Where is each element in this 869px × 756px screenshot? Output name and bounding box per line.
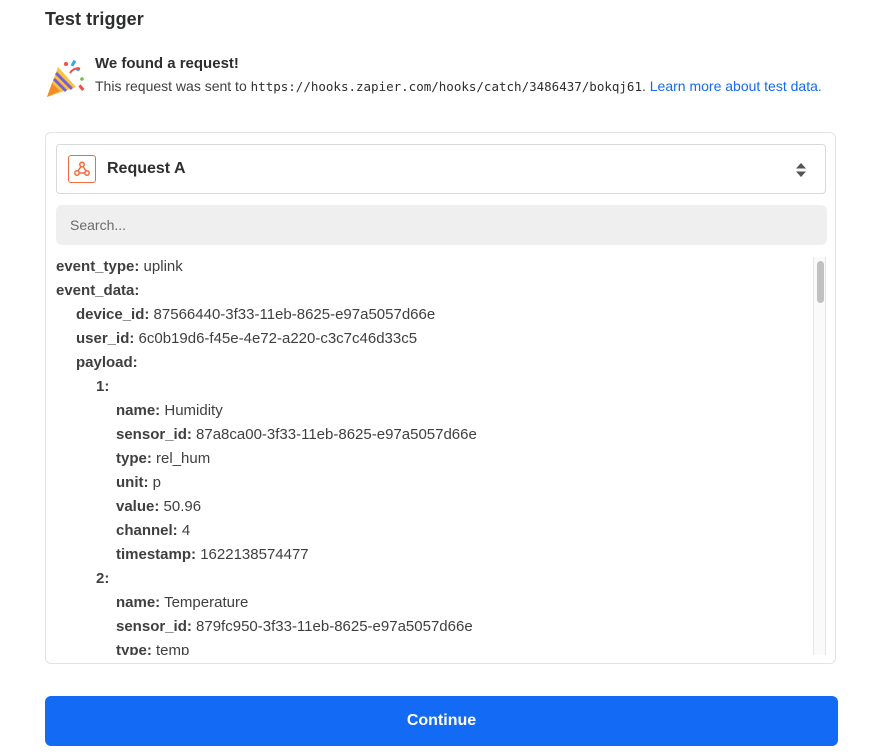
found-heading: We found a request! — [95, 55, 239, 72]
data-key: sensor_id: — [116, 426, 192, 443]
data-value: 87566440-3f33-11eb-8625-e97a5057d66e — [153, 306, 436, 323]
data-row: payload: — [56, 351, 816, 375]
data-row: type: temp — [56, 639, 816, 655]
data-row: unit: p — [56, 471, 816, 495]
data-scrollbar[interactable] — [813, 257, 826, 655]
data-row: 1: — [56, 375, 816, 399]
data-key: 2: — [96, 570, 110, 587]
data-row: 2: — [56, 567, 816, 591]
data-value: 4 — [181, 522, 191, 539]
data-key: timestamp: — [116, 546, 197, 563]
data-key: 1: — [96, 378, 110, 395]
data-row: sensor_id: 879fc950-3f33-11eb-8625-e97a5… — [56, 615, 816, 639]
search-input[interactable] — [56, 205, 827, 245]
data-row: name: Temperature — [56, 591, 816, 615]
learn-more-link[interactable]: Learn more about test data. — [650, 78, 822, 94]
data-row: event_type: uplink — [56, 255, 816, 279]
request-select-value: Request A — [107, 160, 186, 177]
data-row: name: Humidity — [56, 399, 816, 423]
chevron-up-down-icon — [796, 163, 806, 177]
data-key: name: — [116, 402, 161, 419]
data-key: event_type: — [56, 258, 140, 275]
data-value: rel_hum — [156, 450, 211, 467]
data-value: 6c0b19d6-f45e-4e72-a220-c3c7c46d33c5 — [138, 330, 418, 347]
webhook-icon — [68, 155, 96, 183]
test-data-tree: event_type: uplink event_data: device_id: … — [56, 255, 816, 655]
test-data-card: Request A event_type: uplinkevent_data:d… — [45, 132, 836, 664]
party-popper-icon — [47, 59, 85, 97]
data-value: 87a8ca00-3f33-11eb-8625-e97a5057d66e — [196, 426, 477, 443]
data-row: channel: 4 — [56, 519, 816, 543]
data-row: type: rel_hum — [56, 447, 816, 471]
data-value: temp — [156, 642, 190, 655]
data-row: user_id: 6c0b19d6-f45e-4e72-a220-c3c7c46… — [56, 327, 816, 351]
continue-button[interactable]: Continue — [45, 696, 838, 746]
data-key: type: — [116, 642, 152, 655]
data-key: payload: — [76, 354, 138, 371]
data-value: 879fc950-3f33-11eb-8625-e97a5057d66e — [196, 618, 473, 635]
data-row: timestamp: 1622138574477 — [56, 543, 816, 567]
data-key: device_id: — [76, 306, 150, 323]
data-row: device_id: 87566440-3f33-11eb-8625-e97a5… — [56, 303, 816, 327]
data-value: 50.96 — [163, 498, 202, 515]
data-key: unit: — [116, 474, 149, 491]
data-key: value: — [116, 498, 160, 515]
data-value: uplink — [143, 258, 183, 275]
found-description: This request was sent to https://hooks.z… — [95, 75, 835, 98]
data-row: sensor_id: 87a8ca00-3f33-11eb-8625-e97a5… — [56, 423, 816, 447]
webhook-url: https://hooks.zapier.com/hooks/catch/348… — [250, 79, 642, 94]
data-value: p — [152, 474, 161, 491]
data-row: event_data: — [56, 279, 816, 303]
data-value: Humidity — [164, 402, 223, 419]
data-key: event_data: — [56, 282, 140, 299]
data-key: user_id: — [76, 330, 135, 347]
data-key: channel: — [116, 522, 178, 539]
data-value: Temperature — [164, 594, 249, 611]
data-value: 1622138574477 — [200, 546, 309, 563]
data-row: value: 50.96 — [56, 495, 816, 519]
data-key: type: — [116, 450, 152, 467]
found-suffix: . — [641, 78, 646, 94]
request-select[interactable]: Request A — [56, 144, 826, 194]
found-prefix: This request was sent to — [95, 78, 247, 94]
scrollbar-thumb[interactable] — [817, 261, 824, 303]
data-key: sensor_id: — [116, 618, 192, 635]
data-key: name: — [116, 594, 161, 611]
page-title: Test trigger — [45, 9, 144, 29]
